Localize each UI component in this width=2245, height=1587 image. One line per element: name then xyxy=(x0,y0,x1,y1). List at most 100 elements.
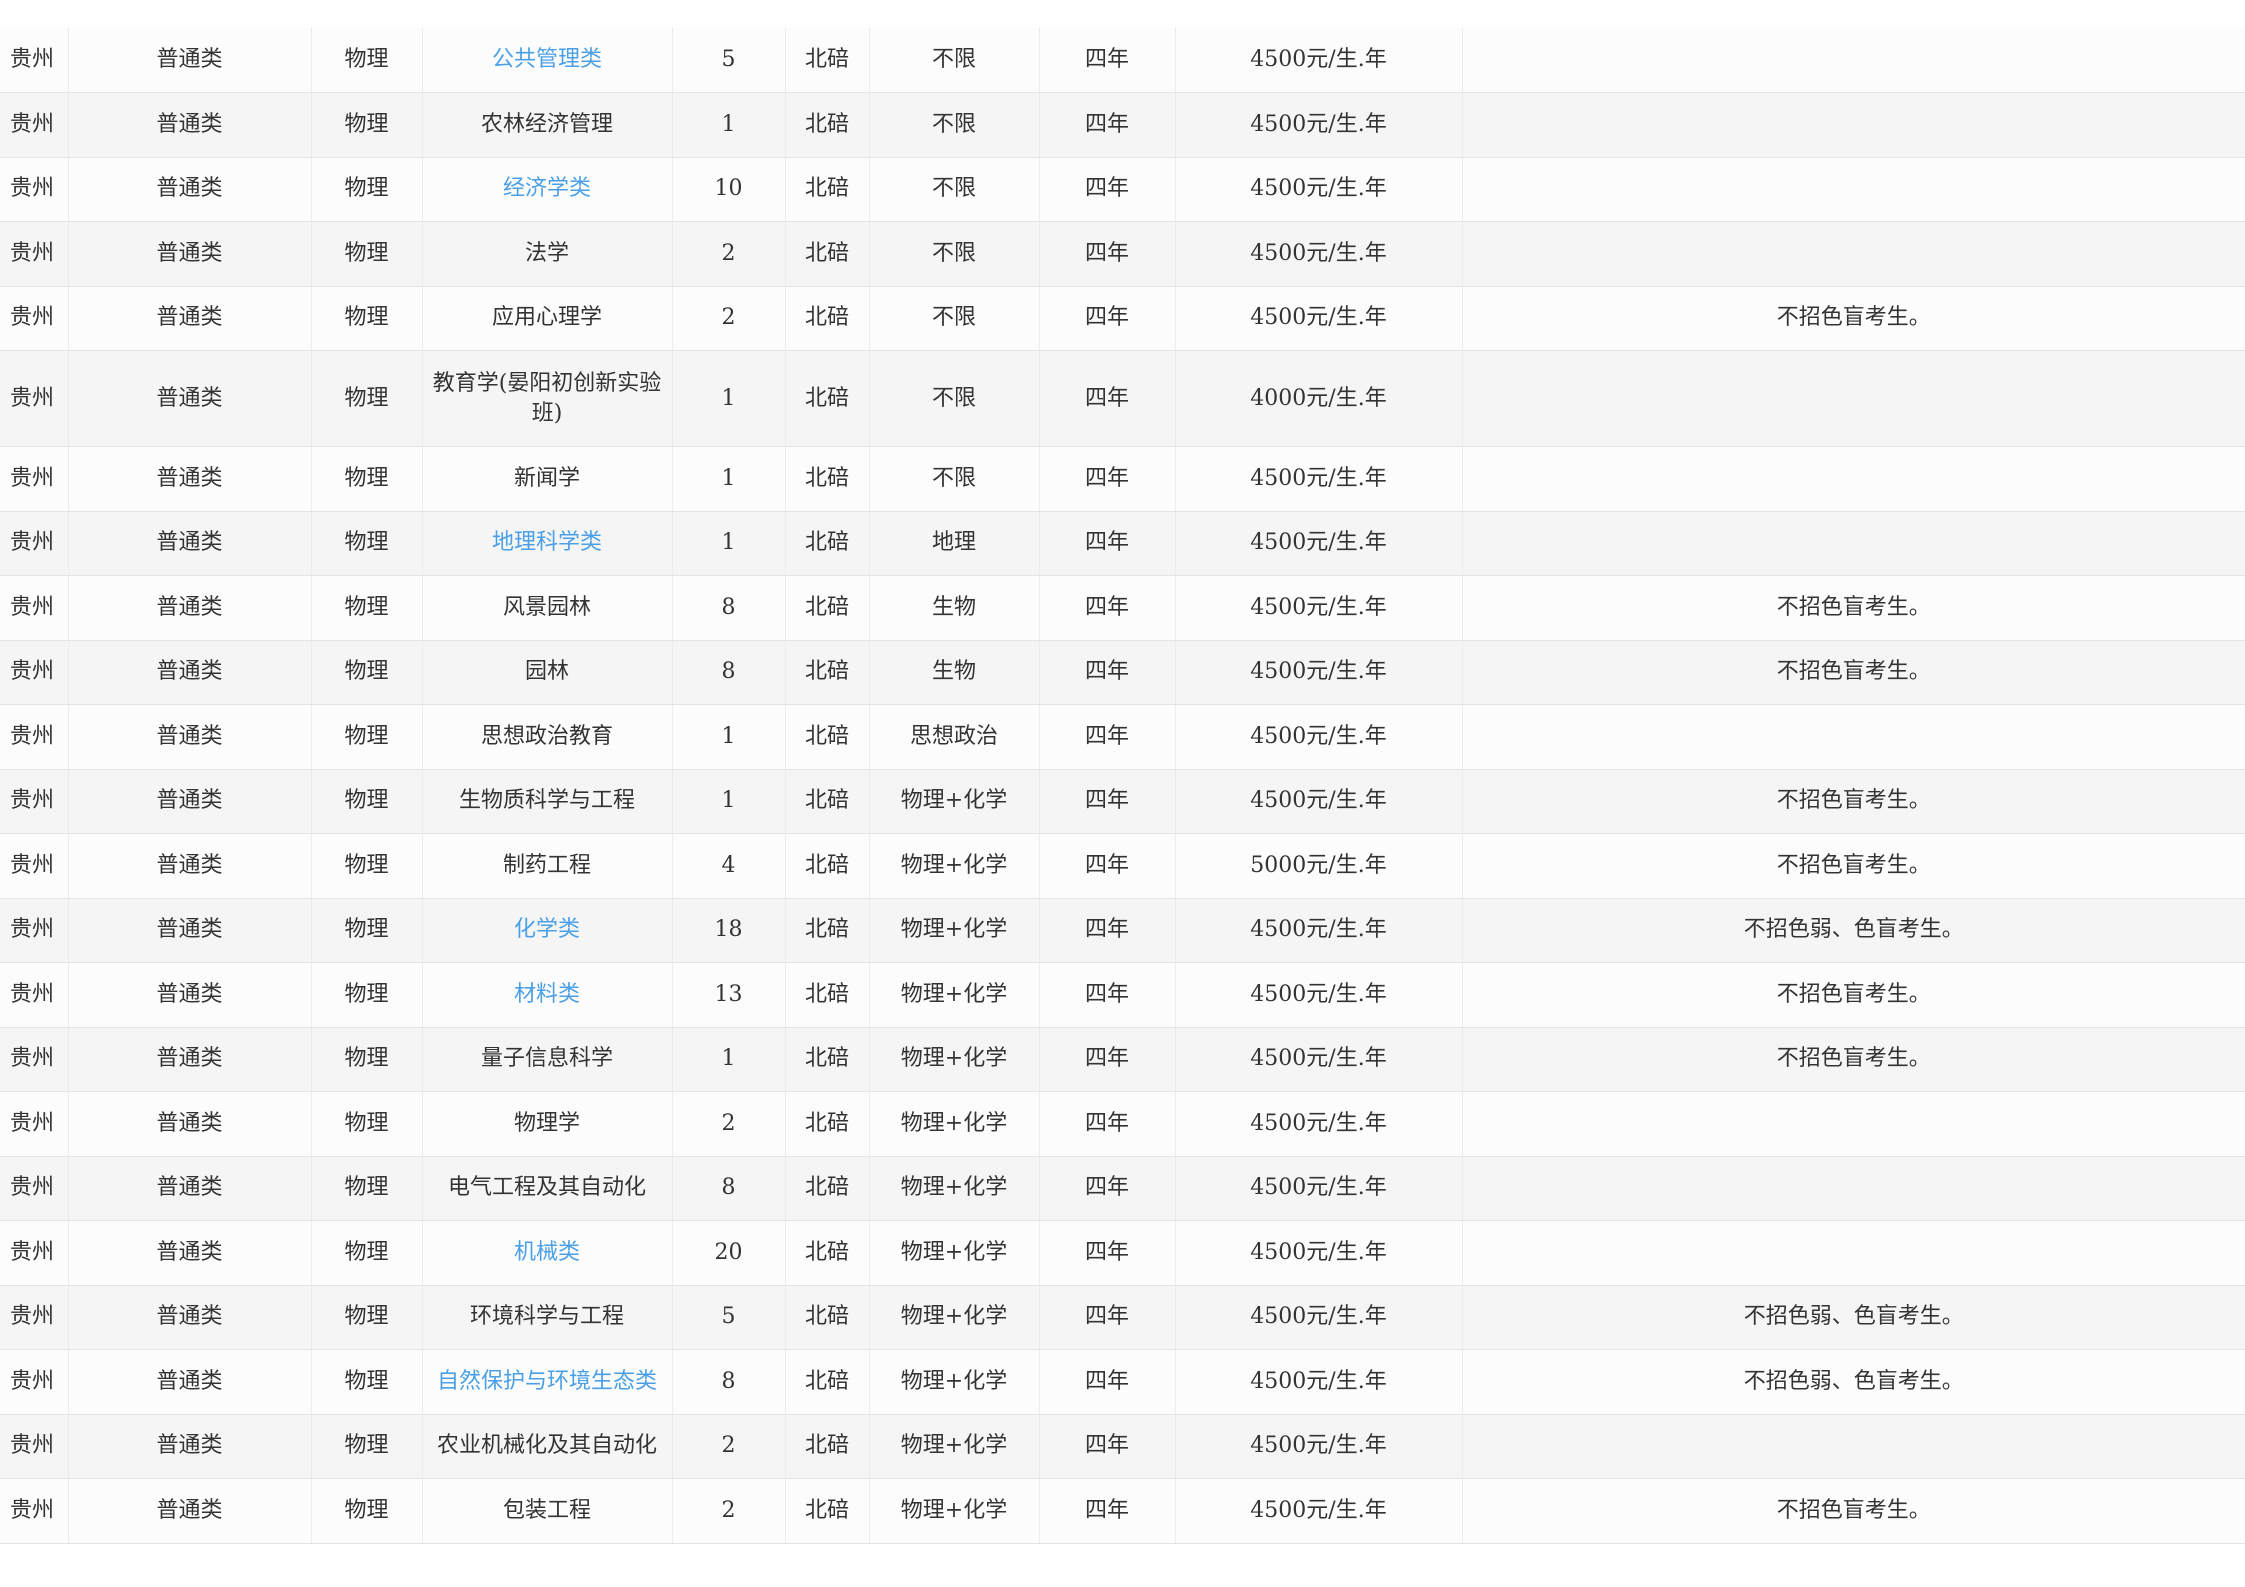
province-cell: 贵州 xyxy=(0,157,69,222)
province-cell: 贵州 xyxy=(0,1349,69,1415)
province-cell: 贵州 xyxy=(0,1478,69,1544)
province-cell: 贵州 xyxy=(0,1091,69,1157)
tuition-cell: 4500元/生.年 xyxy=(1175,1478,1463,1544)
table-row: 贵州 普通类 物理 应用心理学 2 北碚 不限 四年 4500元/生.年 不招色盲考生。 xyxy=(0,286,2245,351)
tuition-cell: 5000元/生.年 xyxy=(1175,833,1463,899)
subject-requirement-cell: 物理+化学 xyxy=(869,1027,1040,1092)
note-cell: 不招色盲考生。 xyxy=(1462,769,2245,834)
note-cell: 不招色弱、色盲考生。 xyxy=(1462,898,2245,963)
plan-count-cell: 1 xyxy=(672,446,786,512)
major-cell: 风景园林 xyxy=(422,575,673,641)
note-cell: 不招色盲考生。 xyxy=(1462,833,2245,899)
province-cell: 贵州 xyxy=(0,1285,69,1350)
major-cell[interactable]: 经济学类 xyxy=(422,157,673,222)
subject-cell: 物理 xyxy=(311,350,423,447)
major-cell[interactable]: 机械类 xyxy=(422,1220,673,1286)
campus-cell: 北碚 xyxy=(785,350,870,447)
plan-count-cell: 5 xyxy=(672,1285,786,1350)
duration-cell: 四年 xyxy=(1039,221,1176,287)
campus-cell: 北碚 xyxy=(785,511,870,576)
type-cell: 普通类 xyxy=(68,350,312,447)
major-cell[interactable]: 化学类 xyxy=(422,898,673,963)
duration-cell: 四年 xyxy=(1039,575,1176,641)
tuition-cell: 4500元/生.年 xyxy=(1175,157,1463,222)
duration-cell: 四年 xyxy=(1039,833,1176,899)
subject-cell: 物理 xyxy=(311,1414,423,1479)
subject-requirement-cell: 物理+化学 xyxy=(869,1349,1040,1415)
note-cell: 不招色盲考生。 xyxy=(1462,575,2245,641)
duration-cell: 四年 xyxy=(1039,1091,1176,1157)
subject-cell: 物理 xyxy=(311,1349,423,1415)
note-cell: 不招色弱、色盲考生。 xyxy=(1462,1349,2245,1415)
note-cell xyxy=(1462,157,2245,222)
major-cell: 农林经济管理 xyxy=(422,92,673,158)
tuition-cell: 4500元/生.年 xyxy=(1175,28,1463,93)
campus-cell: 北碚 xyxy=(785,446,870,512)
enrollment-plan-table: 贵州 普通类 物理 公共管理类 5 北碚 不限 四年 4500元/生.年 贵州 普通类 物理 农林经济管… xyxy=(0,28,2245,1544)
type-cell: 普通类 xyxy=(68,1091,312,1157)
duration-cell: 四年 xyxy=(1039,962,1176,1028)
note-cell xyxy=(1462,511,2245,576)
note-cell: 不招色弱、色盲考生。 xyxy=(1462,1285,2245,1350)
note-cell: 不招色盲考生。 xyxy=(1462,286,2245,351)
table-row: 贵州 普通类 物理 教育学(晏阳初创新实验班) 1 北碚 不限 四年 4000元/生.年 xyxy=(0,350,2245,447)
type-cell: 普通类 xyxy=(68,1027,312,1092)
campus-cell: 北碚 xyxy=(785,704,870,770)
type-cell: 普通类 xyxy=(68,286,312,351)
subject-cell: 物理 xyxy=(311,962,423,1028)
major-cell[interactable]: 自然保护与环境生态类 xyxy=(422,1349,673,1415)
tuition-cell: 4500元/生.年 xyxy=(1175,511,1463,576)
province-cell: 贵州 xyxy=(0,511,69,576)
province-cell: 贵州 xyxy=(0,769,69,834)
major-cell: 制药工程 xyxy=(422,833,673,899)
major-cell: 新闻学 xyxy=(422,446,673,512)
plan-count-cell: 2 xyxy=(672,1091,786,1157)
plan-count-cell: 8 xyxy=(672,1156,786,1221)
province-cell: 贵州 xyxy=(0,1156,69,1221)
campus-cell: 北碚 xyxy=(785,1027,870,1092)
type-cell: 普通类 xyxy=(68,1220,312,1286)
province-cell: 贵州 xyxy=(0,446,69,512)
duration-cell: 四年 xyxy=(1039,1220,1176,1286)
duration-cell: 四年 xyxy=(1039,286,1176,351)
subject-cell: 物理 xyxy=(311,1027,423,1092)
type-cell: 普通类 xyxy=(68,898,312,963)
subject-requirement-cell: 不限 xyxy=(869,221,1040,287)
duration-cell: 四年 xyxy=(1039,92,1176,158)
tuition-cell: 4500元/生.年 xyxy=(1175,962,1463,1028)
plan-count-cell: 8 xyxy=(672,640,786,705)
duration-cell: 四年 xyxy=(1039,640,1176,705)
subject-requirement-cell: 物理+化学 xyxy=(869,1414,1040,1479)
plan-count-cell: 20 xyxy=(672,1220,786,1286)
duration-cell: 四年 xyxy=(1039,1027,1176,1092)
table-row: 贵州 普通类 物理 新闻学 1 北碚 不限 四年 4500元/生.年 xyxy=(0,446,2245,512)
campus-cell: 北碚 xyxy=(785,1285,870,1350)
subject-cell: 物理 xyxy=(311,575,423,641)
plan-count-cell: 2 xyxy=(672,1478,786,1544)
type-cell: 普通类 xyxy=(68,704,312,770)
duration-cell: 四年 xyxy=(1039,769,1176,834)
campus-cell: 北碚 xyxy=(785,92,870,158)
province-cell: 贵州 xyxy=(0,286,69,351)
campus-cell: 北碚 xyxy=(785,1220,870,1286)
note-cell: 不招色盲考生。 xyxy=(1462,1027,2245,1092)
tuition-cell: 4500元/生.年 xyxy=(1175,898,1463,963)
type-cell: 普通类 xyxy=(68,833,312,899)
plan-count-cell: 2 xyxy=(672,286,786,351)
subject-requirement-cell: 不限 xyxy=(869,446,1040,512)
campus-cell: 北碚 xyxy=(785,769,870,834)
type-cell: 普通类 xyxy=(68,157,312,222)
subject-requirement-cell: 不限 xyxy=(869,286,1040,351)
table-row: 贵州 普通类 物理 材料类 13 北碚 物理+化学 四年 4500元/生.年 不招色盲考生。 xyxy=(0,962,2245,1028)
campus-cell: 北碚 xyxy=(785,898,870,963)
major-cell: 应用心理学 xyxy=(422,286,673,351)
tuition-cell: 4500元/生.年 xyxy=(1175,446,1463,512)
major-cell[interactable]: 地理科学类 xyxy=(422,511,673,576)
major-cell[interactable]: 材料类 xyxy=(422,962,673,1028)
type-cell: 普通类 xyxy=(68,1285,312,1350)
note-cell xyxy=(1462,221,2245,287)
major-cell[interactable]: 公共管理类 xyxy=(422,28,673,93)
campus-cell: 北碚 xyxy=(785,221,870,287)
province-cell: 贵州 xyxy=(0,28,69,93)
plan-count-cell: 1 xyxy=(672,350,786,447)
